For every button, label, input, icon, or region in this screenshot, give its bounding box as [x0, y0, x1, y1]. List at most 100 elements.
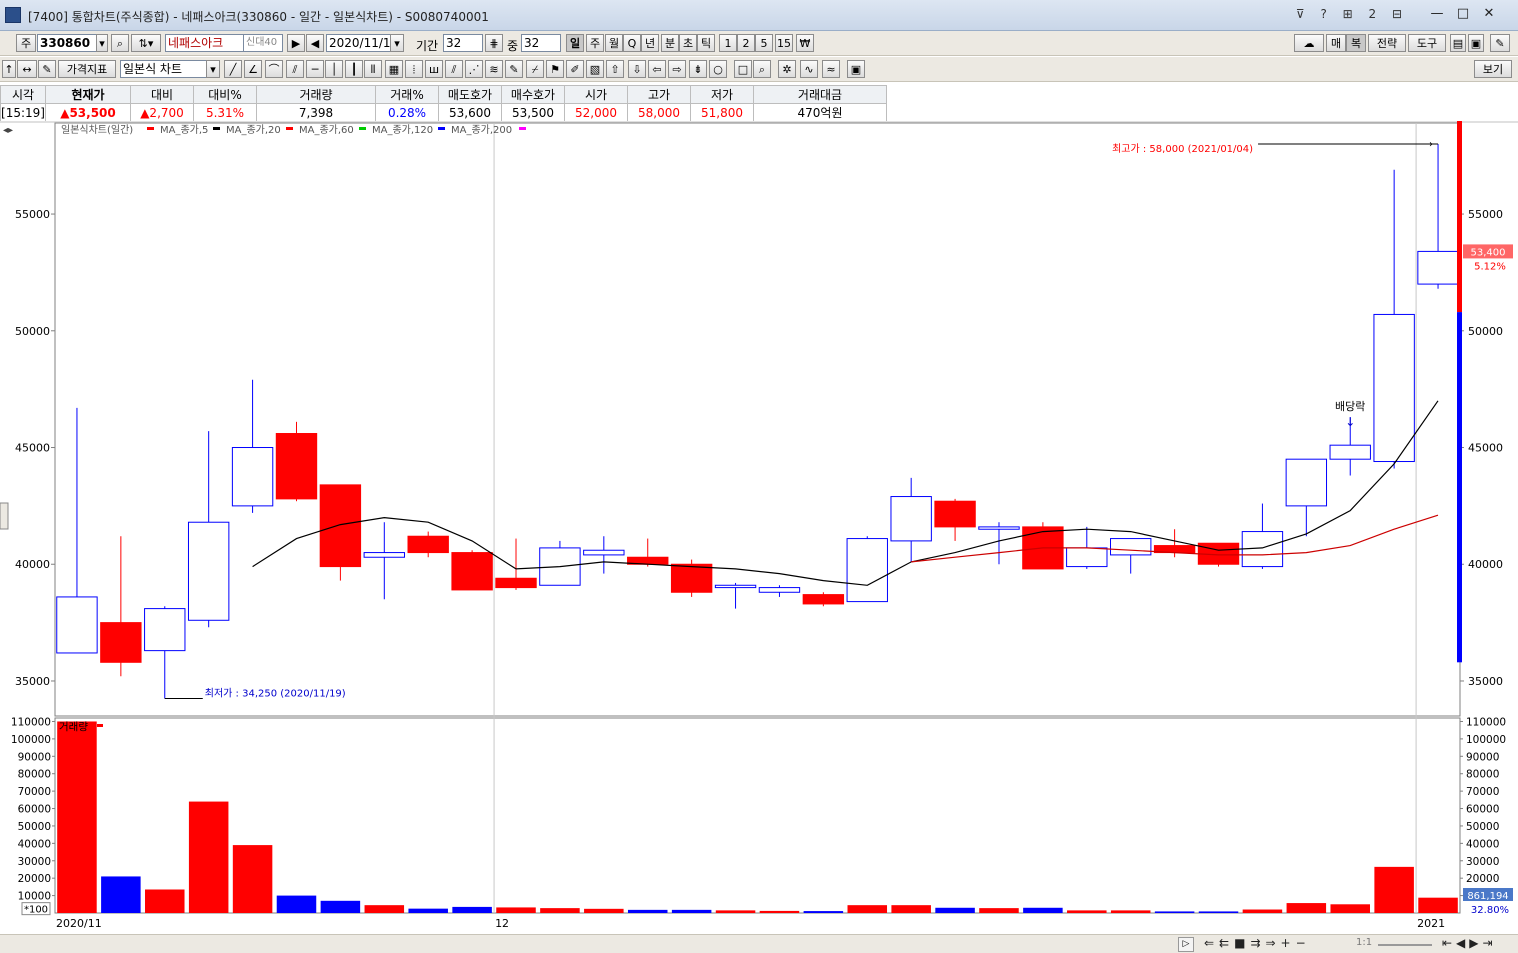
multi-button[interactable]: 복 [1346, 34, 1366, 52]
arrow-down-icon[interactable]: ⇩ [628, 60, 646, 78]
circle-tool-icon[interactable]: ○ [709, 60, 727, 78]
pencil-tool-icon[interactable]: ✎ [505, 60, 523, 78]
arc-tool-icon[interactable]: ⌒ [265, 60, 283, 78]
date-field[interactable]: 2020/11/17 [326, 34, 392, 52]
arrow-left-icon[interactable]: ⇦ [648, 60, 666, 78]
interval-button[interactable]: 틱 [697, 34, 715, 52]
navigation-icons[interactable]: ⇐⇇■⇉⇒+− [1204, 936, 1311, 950]
volume-legend-title: 거래량 [59, 721, 88, 733]
interval-button[interactable]: 2 [737, 34, 755, 52]
code-field[interactable]: 330860 [37, 34, 97, 52]
cloud-icon[interactable]: ☁ [1294, 34, 1324, 52]
close-button[interactable]: ✕ [1478, 5, 1500, 23]
volume-bar [1286, 903, 1327, 913]
end-icons[interactable]: ⇤◀▶⇥ [1442, 936, 1497, 950]
sort-icon[interactable]: ⇅▾ [131, 34, 161, 52]
candle-body [890, 496, 932, 542]
rect-tool-icon[interactable]: □ [734, 60, 752, 78]
scroll-right-icon[interactable]: ▷ [1178, 937, 1194, 952]
interval-button[interactable]: 분 [661, 34, 679, 52]
magic-tool-icon[interactable]: ✲ [778, 60, 796, 78]
interval-button[interactable]: Q [623, 34, 641, 52]
tools-button[interactable]: 도구 [1408, 34, 1446, 52]
expand-icon[interactable]: ↔ [17, 60, 37, 78]
period-label: 기간 [416, 39, 439, 53]
title-icons[interactable]: ⊽ ? ⊞ 2 ⊟ [1296, 7, 1408, 21]
volume-legend-swatch [97, 724, 103, 727]
vline-tool-icon[interactable]: │ [325, 60, 343, 78]
interval-button[interactable]: 년 [641, 34, 659, 52]
cycle-tool-icon[interactable]: ⦀ [364, 60, 382, 78]
side-handle[interactable] [0, 502, 9, 530]
stock-name-field[interactable]: 네패스아크 [165, 34, 245, 52]
view-button[interactable]: 보기 [1474, 60, 1512, 78]
picture-icon[interactable]: ▣ [847, 60, 865, 78]
chart-type-select[interactable]: 일본식 차트 [120, 60, 208, 78]
zoom-slider[interactable] [1378, 944, 1432, 946]
volume-bar [188, 801, 229, 913]
strategy-button[interactable]: 전략 [1368, 34, 1406, 52]
next-icon[interactable]: ▶ [287, 34, 305, 52]
candle-body [714, 584, 757, 589]
arrow-right-icon[interactable]: ⇨ [668, 60, 686, 78]
search-icon[interactable]: ⌕ [111, 34, 129, 52]
brush-tool-icon[interactable]: ⌿ [526, 60, 544, 78]
chart-type-dropdown-icon[interactable]: ▾ [206, 60, 220, 78]
x-axis-label: 2020/11 [56, 917, 102, 930]
save-icon[interactable]: ▣ [1468, 34, 1484, 52]
angle-tool-icon[interactable]: ∠ [244, 60, 262, 78]
jump-icon[interactable]: ⇟ [689, 60, 707, 78]
interval-button[interactable]: 초 [679, 34, 697, 52]
dividend-arrow-icon: ↓ [1345, 415, 1355, 429]
code-dropdown-icon[interactable]: ▾ [96, 34, 108, 52]
y-tick-label-right: 50000 [1468, 325, 1503, 338]
last-pct-label: 5.12% [1474, 261, 1506, 272]
interval-button[interactable]: ₩ [796, 34, 814, 52]
zoom-tool-icon[interactable]: ⌕ [753, 60, 771, 78]
vol-tick-label: 20000 [18, 873, 51, 885]
channel-tool-icon[interactable]: ⫽ [445, 60, 463, 78]
chart-area[interactable]: ◂▸ 35000 35000 40000 40000 45000 45000 50000 50… [0, 121, 1518, 934]
hline-tool-icon[interactable]: ─ [306, 60, 324, 78]
edit-icon[interactable]: ✎ [38, 60, 56, 78]
settings-icon[interactable]: ✎ [1490, 34, 1510, 52]
vol-tick-label: 50000 [18, 821, 51, 833]
up-arrow-icon[interactable]: ↑ [2, 60, 16, 78]
note-tool-icon[interactable]: ✐ [566, 60, 584, 78]
date-dropdown-icon[interactable]: ▾ [390, 34, 404, 52]
interval-button[interactable]: 주 [586, 34, 604, 52]
interval-button[interactable]: 일 [566, 34, 584, 52]
buy-button[interactable]: 매 [1326, 34, 1346, 52]
text-tool-icon[interactable]: ⚑ [546, 60, 564, 78]
candle-body [231, 447, 274, 507]
interval-button[interactable]: 월 [605, 34, 623, 52]
grid-tool-icon[interactable]: ▦ [385, 60, 403, 78]
interval-button[interactable]: 15 [775, 34, 793, 52]
fan-tool-icon[interactable]: ⫽ [286, 60, 304, 78]
vol-tick-label-right: 90000 [1466, 751, 1499, 763]
interval-button[interactable]: 5 [755, 34, 773, 52]
fork-tool-icon[interactable]: ш [425, 60, 443, 78]
minimize-button[interactable]: — [1426, 5, 1448, 23]
period-tool-icon[interactable]: ⦙ [405, 60, 423, 78]
lock-icon[interactable]: ⋕ [485, 34, 503, 52]
interval-button[interactable]: 1 [719, 34, 737, 52]
image-tool-icon[interactable]: ▧ [586, 60, 604, 78]
market-button[interactable]: 주 [16, 34, 36, 52]
vline2-tool-icon[interactable]: ┃ [345, 60, 363, 78]
zoom-field[interactable]: 32 [521, 34, 561, 52]
indicator-button[interactable]: 가격지표 [58, 60, 116, 78]
prev-icon[interactable]: ◀ [306, 34, 324, 52]
candle-body [1417, 250, 1459, 285]
wave2-tool-icon[interactable]: ≈ [822, 60, 840, 78]
arrow-up-icon[interactable]: ⇧ [606, 60, 624, 78]
period-field[interactable]: 32 [443, 34, 483, 52]
wave1-tool-icon[interactable]: ∿ [800, 60, 818, 78]
collapse-icon[interactable]: ◂▸ [3, 125, 13, 136]
open-icon[interactable]: ▤ [1450, 34, 1466, 52]
line-tool-icon[interactable]: ╱ [224, 60, 242, 78]
regression-tool-icon[interactable]: ≋ [485, 60, 503, 78]
maximize-button[interactable]: □ [1452, 5, 1474, 23]
parallel-tool-icon[interactable]: ⋰ [465, 60, 483, 78]
vol-tick-label-right: 40000 [1466, 838, 1499, 850]
